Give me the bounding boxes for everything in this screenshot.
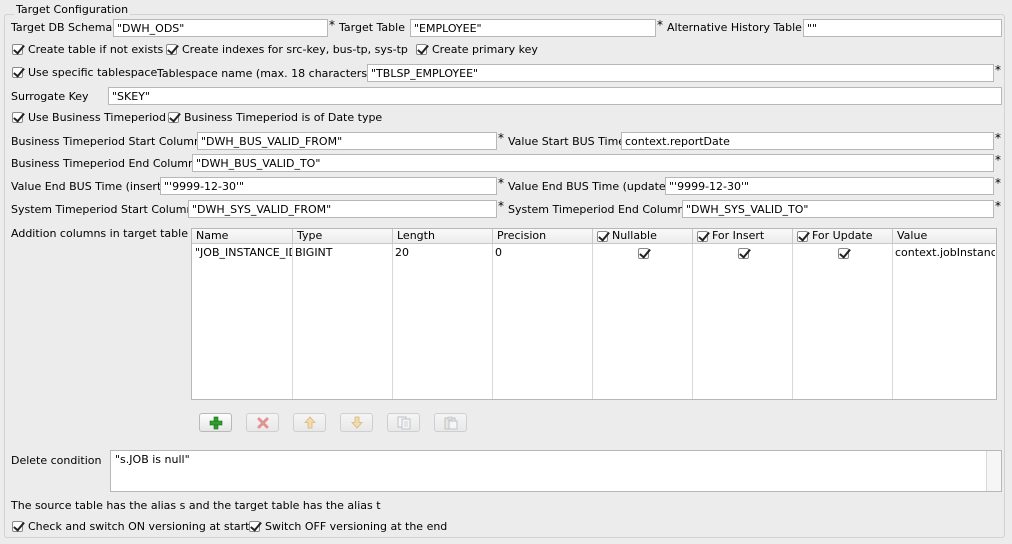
required-marker: * [995, 176, 1001, 190]
required-marker: * [498, 131, 504, 145]
sys-start-column-input[interactable]: "DWH_SYS_VALID_FROM" [188, 200, 497, 218]
column-header-type[interactable]: Type [293, 229, 393, 244]
remove-icon [257, 417, 268, 428]
delete-condition-scrollbar[interactable] [986, 451, 1001, 491]
column-header-for-insert[interactable]: For Insert [693, 229, 793, 244]
column-header-for-update[interactable]: For Update [793, 229, 893, 244]
schema-label: Target DB Schema [11, 21, 113, 34]
table-cell-type[interactable]: BIGINT [295, 246, 391, 260]
column-divider [192, 244, 293, 399]
delete-condition-label: Delete condition [11, 454, 102, 467]
add-row-button[interactable] [199, 413, 232, 432]
sys-end-column-input[interactable]: "DWH_SYS_VALID_TO" [682, 200, 994, 218]
use-tablespace-label: Use specific tablespace [28, 66, 158, 79]
required-marker: * [995, 199, 1001, 213]
column-divider [693, 244, 793, 399]
move-up-icon [303, 416, 316, 429]
surrogate-key-label: Surrogate Key [11, 90, 89, 103]
create-indexes-label: Create indexes for src-key, bus-tp, sys-… [182, 43, 408, 56]
create-table-checkbox[interactable] [12, 44, 23, 55]
sys-start-column-label: System Timeperiod Start Column [11, 203, 194, 216]
column-header-name[interactable]: Name [192, 229, 293, 244]
paste-icon [444, 416, 457, 429]
required-marker: * [498, 176, 504, 190]
required-marker: * [329, 18, 335, 32]
column-header-precision[interactable]: Precision [493, 229, 593, 244]
add-icon [209, 416, 222, 429]
sys-end-column-label: System Timeperiod End Column [508, 203, 685, 216]
column-divider [293, 244, 393, 399]
for-insert-header-checkbox[interactable] [697, 231, 708, 242]
bus-end-column-label: Business Timeperiod End Column [11, 157, 195, 170]
table-cell-for-update-checkbox[interactable] [838, 248, 849, 259]
column-divider [393, 244, 493, 399]
check-switch-on-label: Check and switch ON versioning at start [28, 520, 250, 533]
check-switch-on-checkbox[interactable] [12, 521, 23, 532]
for-update-header-checkbox[interactable] [797, 231, 808, 242]
column-divider [493, 244, 593, 399]
bus-start-column-label: Business Timeperiod Start Column [11, 135, 201, 148]
required-marker: * [995, 153, 1001, 167]
schema-input[interactable]: "DWH_ODS" [113, 19, 328, 37]
table-cell-length[interactable]: 20 [395, 246, 491, 260]
move-up-button[interactable] [293, 413, 326, 432]
alias-note: The source table has the alias s and the… [11, 499, 381, 512]
table-cell-precision[interactable]: 0 [495, 246, 591, 260]
tablespace-name-input[interactable]: "TBLSP_EMPLOYEE" [367, 64, 994, 82]
bus-end-column-input[interactable]: "DWH_BUS_VALID_TO" [192, 154, 994, 172]
business-timeperiod-date-label: Business Timeperiod is of Date type [184, 111, 383, 124]
use-business-timeperiod-checkbox[interactable] [12, 112, 23, 123]
nullable-header-label: Nullable [612, 229, 657, 242]
value-end-insert-label: Value End BUS Time (insert) [11, 180, 166, 193]
copy-button[interactable] [387, 413, 420, 432]
alt-history-label: Alternative History Table [667, 21, 802, 34]
move-down-icon [350, 416, 363, 429]
create-pk-checkbox[interactable] [416, 44, 427, 55]
addition-columns-label: Addition columns in target table [11, 227, 188, 240]
table-cell-name[interactable]: "JOB_INSTANCE_ID" [195, 246, 292, 260]
column-header-length[interactable]: Length [393, 229, 493, 244]
value-end-update-label: Value End BUS Time (update) [508, 180, 670, 193]
target-table-input[interactable]: "EMPLOYEE" [410, 19, 656, 37]
switch-off-label: Switch OFF versioning at the end [265, 520, 448, 533]
nullable-header-checkbox[interactable] [597, 231, 608, 242]
target-table-label: Target Table [339, 21, 405, 34]
surrogate-key-input[interactable]: "SKEY" [108, 87, 1002, 105]
business-timeperiod-date-checkbox[interactable] [168, 112, 179, 123]
switch-off-checkbox[interactable] [249, 521, 260, 532]
remove-row-button[interactable] [246, 413, 279, 432]
column-divider [793, 244, 893, 399]
delete-condition-text: "s.JOB is null" [115, 453, 190, 466]
value-start-bus-input[interactable]: context.reportDate [621, 132, 994, 150]
group-title: Target Configuration [14, 3, 131, 17]
required-marker: * [995, 63, 1001, 77]
use-tablespace-checkbox[interactable] [12, 67, 23, 78]
required-marker: * [498, 199, 504, 213]
value-start-bus-label: Value Start BUS Time [508, 135, 626, 148]
column-header-value[interactable]: Value [893, 229, 996, 244]
create-table-label: Create table if not exists [28, 43, 164, 56]
required-marker: * [657, 18, 663, 32]
alt-history-input[interactable]: "" [803, 19, 1002, 37]
for-insert-header-label: For Insert [712, 229, 765, 242]
table-cell-nullable-checkbox[interactable] [638, 248, 649, 259]
bus-start-column-input[interactable]: "DWH_BUS_VALID_FROM" [197, 132, 497, 150]
paste-button[interactable] [434, 413, 467, 432]
delete-condition-textarea[interactable]: "s.JOB is null" [110, 450, 1002, 492]
value-end-insert-input[interactable]: "'9999-12-30'" [160, 177, 497, 195]
required-marker: * [995, 131, 1001, 145]
table-cell-value[interactable]: context.jobInstanceId [895, 246, 995, 260]
column-divider [593, 244, 693, 399]
create-indexes-checkbox[interactable] [166, 44, 177, 55]
copy-icon [397, 416, 410, 429]
table-cell-for-insert-checkbox[interactable] [738, 248, 749, 259]
tablespace-name-label: Tablespace name (max. 18 characters) [157, 67, 372, 80]
for-update-header-label: For Update [812, 229, 873, 242]
column-header-nullable[interactable]: Nullable [593, 229, 693, 244]
value-end-update-input[interactable]: "'9999-12-30'" [665, 177, 994, 195]
move-down-button[interactable] [340, 413, 373, 432]
use-business-timeperiod-label: Use Business Timeperiod [28, 111, 167, 124]
create-pk-label: Create primary key [432, 43, 538, 56]
addition-columns-table[interactable]: Name Type Length Precision Nullable For … [191, 228, 997, 400]
